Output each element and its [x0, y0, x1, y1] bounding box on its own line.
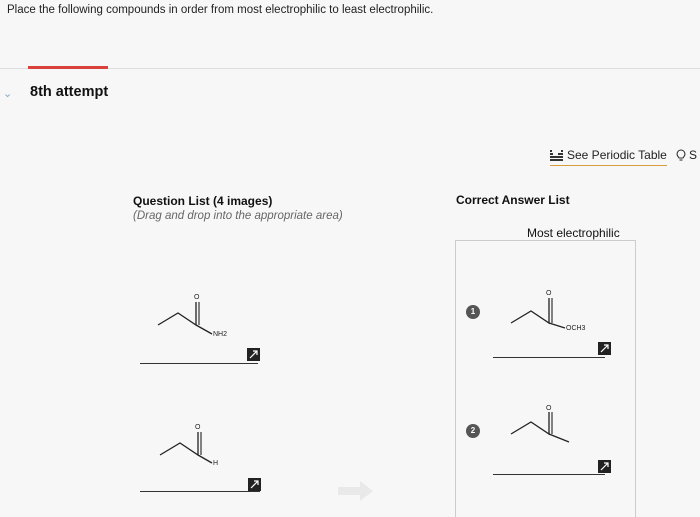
svg-text:O: O	[195, 424, 201, 431]
expand-icon[interactable]	[598, 342, 611, 355]
card-underline	[493, 357, 605, 358]
svg-text:OCH3: OCH3	[566, 325, 586, 332]
rank-badge-1: 1	[466, 305, 480, 319]
card-underline	[493, 474, 605, 475]
periodic-table-label: See Periodic Table	[567, 148, 667, 162]
expand-icon[interactable]	[248, 478, 261, 491]
answer-card-ester[interactable]: O OCH3	[493, 283, 618, 363]
card-underline	[140, 363, 258, 364]
attempt-tab-indicator	[28, 66, 108, 69]
svg-text:NH2: NH2	[213, 331, 227, 338]
answer-list-title: Correct Answer List	[456, 193, 570, 207]
expand-icon[interactable]	[598, 460, 611, 473]
svg-text:H: H	[213, 460, 218, 467]
question-card-amide[interactable]: O NH2	[140, 285, 260, 370]
chevron-down-icon[interactable]: ⌄	[3, 87, 12, 100]
question-list-title: Question List (4 images)	[133, 194, 273, 208]
answer-card-ketone[interactable]: O	[493, 402, 618, 482]
rank-badge-2: 2	[466, 424, 480, 438]
aldehyde-structure: O H	[159, 424, 218, 467]
expand-icon[interactable]	[247, 348, 260, 361]
question-instruction: Place the following compounds in order f…	[7, 4, 434, 16]
ester-structure: O OCH3	[510, 290, 586, 332]
question-card-aldehyde[interactable]: O H	[140, 415, 270, 500]
svg-text:O: O	[546, 290, 552, 297]
hint-link[interactable]: S	[676, 148, 697, 162]
answer-top-label: Most electrophilic	[527, 226, 620, 240]
question-list-subtitle: (Drag and drop into the appropriate area…	[133, 210, 343, 222]
drag-arrow-icon	[338, 481, 373, 501]
periodic-table-icon	[550, 149, 563, 161]
svg-text:O: O	[194, 294, 200, 301]
lightbulb-icon	[676, 148, 686, 161]
periodic-table-link[interactable]: See Periodic Table	[550, 148, 667, 166]
svg-text:O: O	[546, 405, 552, 412]
hint-label: S	[689, 148, 698, 162]
ketone-structure: O	[510, 405, 570, 443]
card-underline	[140, 491, 260, 492]
amide-structure: O NH2	[157, 294, 227, 338]
attempt-header[interactable]: 8th attempt	[30, 84, 108, 100]
